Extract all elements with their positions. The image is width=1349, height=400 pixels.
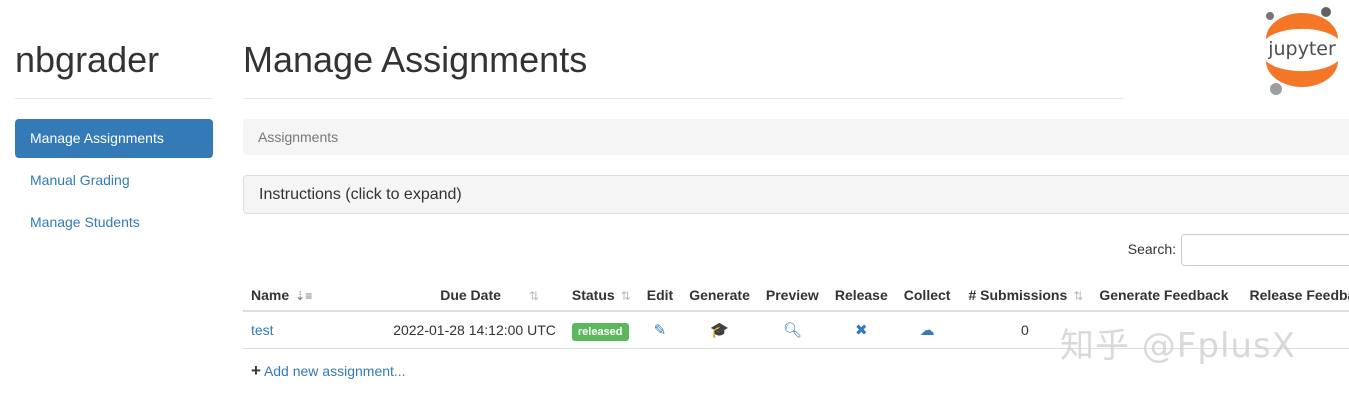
watermark: 知乎 @FplusX [1060,326,1296,366]
breadcrumb-item-assignments: Assignments [258,129,339,145]
search-icon[interactable]: 🔍︎ [783,321,802,339]
col-header-submissions[interactable]: # Submissions ⇅ [958,280,1092,312]
col-header-due-date[interactable]: Due Date ⇅ [320,280,564,312]
jupyter-logo: jupyter [1266,7,1338,95]
instructions-panel[interactable]: Instructions (click to expand) [243,175,1349,214]
plus-icon[interactable]: + [251,361,261,380]
col-header-status[interactable]: Status ⇅ [563,280,639,312]
due-date-cell: 2022-01-28 14:12:00 UTC [320,311,564,349]
main-content: Manage Assignments Assignments Instructi… [243,0,1349,380]
sort-icon[interactable]: ⇅ [1073,289,1083,303]
col-header-name[interactable]: Name ⇣≡ [243,280,321,312]
page-title: Manage Assignments [243,39,588,80]
add-assignment-link[interactable]: Add new assignment... [264,363,406,379]
sidebar-item-manage-students[interactable]: Manage Students [15,203,213,242]
sidebar-divider [15,98,213,99]
jupyter-logo-text: jupyter [1267,38,1336,60]
add-assignment-row: + Add new assignment... [251,361,406,381]
status-badge: released [571,323,629,341]
sort-asc-icon[interactable]: ⇣≡ [295,289,312,303]
col-header-preview: Preview [757,280,827,312]
sort-icon[interactable]: ⇅ [621,289,631,303]
sidebar-item-manage-assignments[interactable]: Manage Assignments [15,119,213,158]
col-header-collect: Collect [895,280,959,312]
col-header-generate-feedback: Generate Feedback [1091,280,1237,312]
search-label: Search: [1127,241,1176,257]
instructions-label[interactable]: Instructions (click to expand) [259,186,462,203]
assignment-name-link[interactable]: test [251,322,274,338]
search-input[interactable] [1181,234,1349,266]
graduation-cap-icon[interactable]: 🎓 [710,321,729,339]
title-divider [243,98,1123,99]
sidebar-item-manual-grading[interactable]: Manual Grading [15,161,213,200]
brand-title: nbgrader [15,39,160,80]
col-header-edit: Edit [638,280,682,312]
table-header-row: Name ⇣≡ Due Date ⇅ Status ⇅ Edit Generate P… [243,280,1349,312]
col-header-release: Release [826,280,896,312]
sort-icon[interactable]: ⇅ [529,289,539,303]
cloud-download-icon[interactable]: ☁ [920,321,935,339]
sidebar: nbgrader Manage Assignments Manual Gradi… [15,0,213,245]
col-header-release-feedback: Release Feedback [1236,280,1349,312]
col-header-generate: Generate [681,280,758,312]
edit-pencil-icon[interactable]: ✎ [654,321,667,339]
breadcrumb: Assignments [243,119,1349,155]
close-x-icon[interactable]: ✖ [855,321,868,339]
